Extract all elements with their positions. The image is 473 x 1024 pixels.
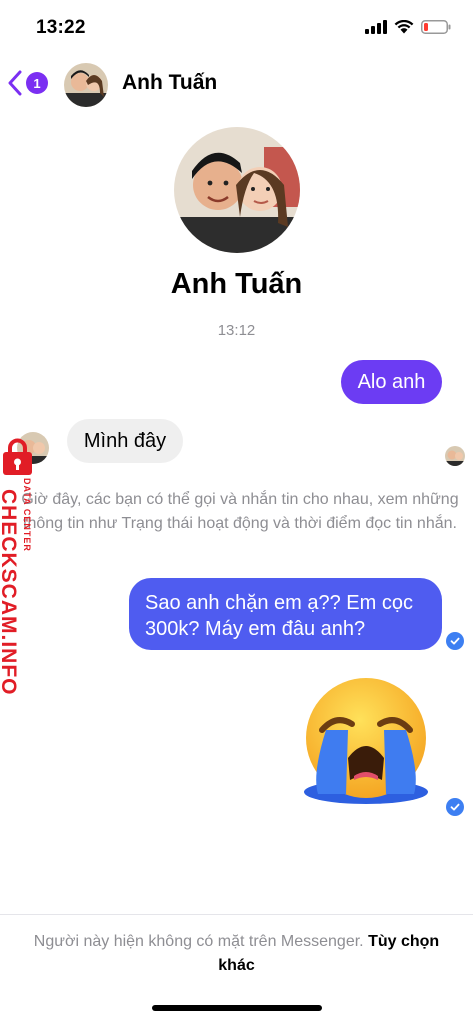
signal-icon — [365, 20, 387, 34]
status-time: 13:22 — [36, 17, 86, 38]
profile-avatar[interactable] — [174, 127, 300, 253]
wifi-icon — [394, 20, 414, 34]
watermark-tagline: DATA CENTER — [22, 478, 32, 552]
crying-face-sticker[interactable] — [302, 674, 432, 806]
avatar[interactable] — [64, 63, 108, 107]
back-button[interactable]: 1 — [8, 66, 56, 100]
outgoing-message[interactable]: Sao anh chặn em ạ?? Em cọc 300k? Máy em … — [129, 578, 442, 650]
outgoing-message[interactable]: Alo anh — [341, 360, 442, 404]
seen-check-icon — [446, 632, 464, 650]
seen-avatar — [445, 446, 465, 466]
watermark-brand: CHECKSCAM.INFO — [0, 489, 20, 696]
battery-low-icon — [421, 20, 451, 34]
incoming-message[interactable]: Mình đây — [67, 419, 183, 463]
message-timestamp: 13:12 — [217, 322, 256, 339]
unavailable-notice: Người này hiện không có mặt trên Messeng… — [24, 930, 449, 978]
profile-name: Anh Tuấn — [170, 268, 303, 300]
unread-badge: 1 — [26, 72, 48, 94]
chevron-left-icon — [8, 70, 22, 96]
home-indicator[interactable] — [152, 1005, 322, 1011]
system-note: Giờ đây, các bạn có thể gọi và nhắn tin … — [21, 491, 459, 532]
status-icons — [365, 20, 451, 34]
watermark-lock-icon — [2, 438, 33, 476]
seen-check-icon — [446, 798, 464, 816]
contact-name[interactable]: Anh Tuấn — [122, 71, 217, 95]
footer-divider — [0, 914, 473, 915]
unavailable-text: Người này hiện không có mặt trên Messeng… — [33, 933, 364, 950]
